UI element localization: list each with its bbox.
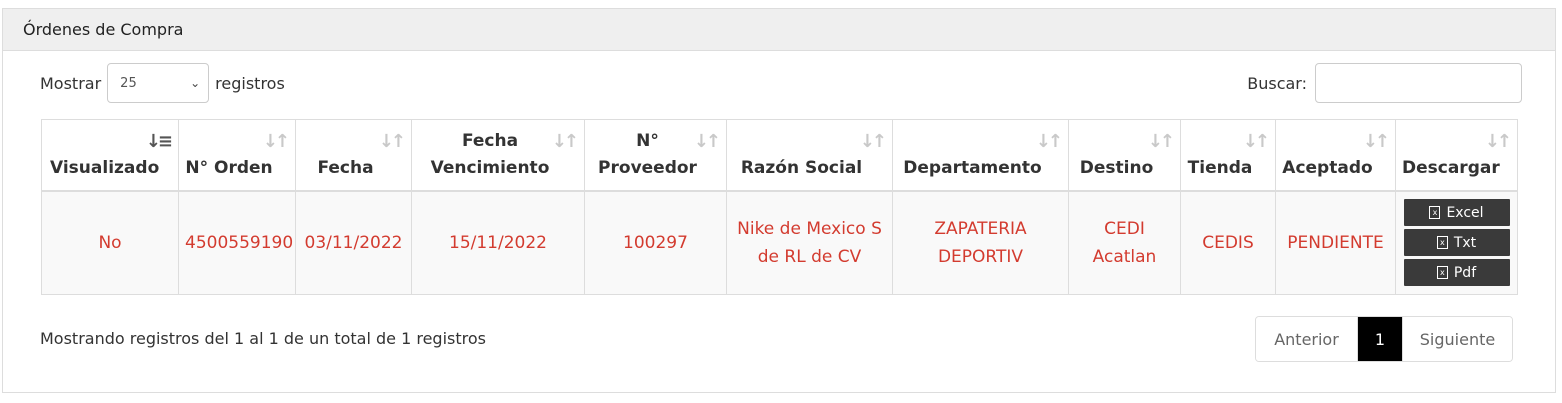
column-header-tienda[interactable]: ↓↑ Tienda — [1180, 119, 1276, 192]
column-header-descargar[interactable]: ↓↑ Descargar — [1395, 119, 1518, 192]
cell-visualizado: No — [41, 190, 179, 295]
page-1-button[interactable]: 1 — [1358, 317, 1402, 361]
sort-icon: ↓↑ — [1242, 131, 1270, 152]
next-page-button[interactable]: Siguiente — [1402, 317, 1512, 361]
search-input[interactable] — [1315, 63, 1522, 103]
column-header-razon-social[interactable]: ↓↑ Razón Social — [726, 119, 893, 192]
table-row: No 4500559190 03/11/2022 15/11/2022 1002… — [41, 190, 1518, 295]
file-text-icon: x — [1436, 236, 1448, 250]
page-length-value: 25 — [120, 75, 137, 91]
sort-icon: ↓↑ — [1035, 131, 1063, 152]
page-length-select[interactable]: 25 ⌄ — [107, 63, 210, 103]
length-control: Mostrar 25 ⌄ registros — [40, 63, 285, 103]
column-header-fecha[interactable]: ↓↑ Fecha — [295, 119, 412, 192]
file-excel-icon: x — [1429, 206, 1441, 220]
length-suffix-label: registros — [215, 73, 285, 93]
orders-table: ↓≡ Visualizado ↓↑ N° Orden ↓↑ Fecha ↓↑ F… — [41, 119, 1518, 295]
download-txt-button[interactable]: x Txt — [1403, 229, 1510, 257]
cell-aceptado: PENDIENTE — [1275, 190, 1396, 295]
cell-fecha: 03/11/2022 — [295, 190, 412, 295]
column-header-orden[interactable]: ↓↑ N° Orden — [178, 119, 296, 192]
table-header-row: ↓≡ Visualizado ↓↑ N° Orden ↓↑ Fecha ↓↑ F… — [41, 119, 1518, 192]
sort-icon: ↓↑ — [1362, 131, 1390, 152]
sort-icon: ↓↑ — [1147, 131, 1175, 152]
search-control: Buscar: — [1247, 63, 1522, 103]
sort-icon: ↓↑ — [262, 131, 290, 152]
sort-icon: ↓↑ — [378, 131, 406, 152]
sort-icon: ↓↑ — [1484, 131, 1512, 152]
sort-desc-icon: ↓≡ — [145, 131, 173, 152]
cell-orden: 4500559190 — [178, 190, 296, 295]
download-excel-button[interactable]: x Excel — [1403, 199, 1510, 227]
download-pdf-button[interactable]: x Pdf — [1403, 259, 1510, 287]
column-header-aceptado[interactable]: ↓↑ Aceptado — [1275, 119, 1396, 192]
sort-icon: ↓↑ — [859, 131, 887, 152]
column-header-departamento[interactable]: ↓↑ Departamento — [892, 119, 1069, 192]
cell-razon-social: Nike de Mexico S de RL de CV — [726, 190, 893, 295]
cell-departamento: ZAPATERIA DEPORTIV — [892, 190, 1069, 295]
column-header-proveedor[interactable]: ↓↑ N° Proveedor — [584, 119, 727, 192]
cell-descargar: x Excel x Txt x Pdf — [1395, 190, 1518, 295]
file-pdf-icon: x — [1436, 266, 1448, 280]
column-header-destino[interactable]: ↓↑ Destino — [1068, 119, 1181, 192]
cell-tienda: CEDIS — [1180, 190, 1276, 295]
pagination: Anterior 1 Siguiente — [1255, 316, 1513, 362]
cell-destino: CEDI Acatlan — [1068, 190, 1181, 295]
chevron-down-icon: ⌄ — [190, 76, 201, 90]
column-header-vencimiento[interactable]: ↓↑ Fecha Vencimiento — [411, 119, 585, 192]
panel-title: Órdenes de Compra — [3, 9, 1555, 51]
table-info: Mostrando registros del 1 al 1 de un tot… — [40, 329, 486, 348]
previous-page-button[interactable]: Anterior — [1256, 317, 1358, 361]
length-prefix-label: Mostrar — [40, 73, 102, 93]
cell-proveedor: 100297 — [584, 190, 727, 295]
cell-vencimiento: 15/11/2022 — [411, 190, 585, 295]
search-label: Buscar: — [1247, 73, 1307, 93]
column-header-visualizado[interactable]: ↓≡ Visualizado — [41, 119, 179, 192]
sort-icon: ↓↑ — [551, 131, 579, 152]
sort-icon: ↓↑ — [693, 131, 721, 152]
